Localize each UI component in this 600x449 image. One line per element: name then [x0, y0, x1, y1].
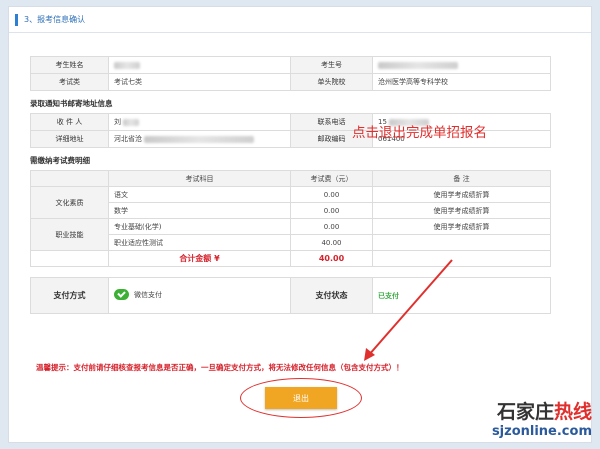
table-row: 职业技能 专业基础(化学) 0.00 使用学考成绩折算 [30, 218, 551, 251]
fee-group-skill: 职业技能 [30, 218, 109, 251]
payment-status-value: 已支付 [372, 277, 551, 314]
name-value-redacted [108, 56, 291, 74]
total-value: 40.00 [290, 250, 373, 267]
payment-table: 支付方式 微信支付 支付状态 已支付 [30, 277, 551, 314]
school-value: 沧州医学高等专科学校 [372, 73, 551, 91]
fee-group-culture: 文化素质 [30, 186, 109, 219]
school-label: 单头院校 [290, 73, 373, 91]
table-header-row: 考试科目 考试费（元） 备 注 [30, 170, 551, 187]
table-row: 文化素质 语文 0.00 使用学考成绩折算 [30, 186, 551, 219]
exit-button[interactable]: 退出 [265, 387, 337, 409]
fee-note: 使用学考成绩折算 [372, 202, 551, 219]
total-label: 合计金额 ¥ [108, 250, 291, 267]
total-row: 合计金额 ¥ 40.00 [30, 250, 551, 267]
fee-note: 使用学考成绩折算 [372, 186, 551, 203]
fee-section-title: 需缴纳考试费明细 [30, 156, 90, 165]
payment-status-label: 支付状态 [290, 277, 373, 314]
exit-highlight-circle: 退出 [240, 378, 362, 418]
fee-header-note: 备 注 [372, 170, 551, 187]
page-title: 3、报考信息确认 [24, 15, 86, 24]
table-row: 职业适应性测试 40.00 [31, 234, 551, 251]
table-row: 考生姓名 考生号 [30, 56, 551, 74]
fee-header-blank [30, 170, 109, 187]
exam-number-value-redacted [372, 56, 551, 74]
fee-amount: 0.00 [290, 202, 373, 219]
watermark: 石家庄热线 sjzonline.com [492, 397, 592, 439]
total-blank-right [372, 250, 551, 267]
address-value: 河北省沧 [108, 130, 291, 148]
header-accent-bar [15, 13, 18, 26]
annotation-text: 点击退出完成单招报名 [352, 125, 487, 141]
watermark-brand: 石家庄热线 [496, 401, 592, 423]
fee-subject: 专业基础(化学) [108, 218, 291, 235]
fee-amount: 40.00 [290, 234, 373, 251]
fee-note [372, 234, 551, 251]
address-label: 详细地址 [30, 130, 109, 148]
fee-subject: 数学 [108, 202, 291, 219]
receiver-label: 收 件 人 [30, 113, 109, 131]
fee-amount: 0.00 [290, 186, 373, 203]
exam-info-table: 考生姓名 考生号 考试类 考试七类 单头院校 沧州医学高等专科学校 [30, 56, 551, 91]
category-label: 考试类 [30, 73, 109, 91]
fee-amount: 0.00 [290, 218, 373, 235]
table-row: 数学 0.00 使用学考成绩折算 [31, 202, 551, 219]
fee-header-subject: 考试科目 [108, 170, 291, 187]
fee-subject: 职业适应性测试 [108, 234, 291, 251]
table-row: 考试类 考试七类 单头院校 沧州医学高等专科学校 [30, 73, 551, 91]
wechat-pay-icon [114, 289, 129, 300]
panel-header: 3、报考信息确认 [9, 7, 591, 33]
exam-number-label: 考生号 [290, 56, 373, 74]
table-row: 支付方式 微信支付 支付状态 已支付 [30, 277, 551, 314]
receiver-value: 刘 [108, 113, 291, 131]
confirmation-form: 考生姓名 考生号 考试类 考试七类 单头院校 沧州医学高等专科学校 录取通知书邮… [30, 56, 551, 314]
category-value: 考试七类 [108, 73, 291, 91]
payment-method-value: 微信支付 [108, 277, 291, 314]
name-label: 考生姓名 [30, 56, 109, 74]
warning-notice: 温馨提示：支付前请仔细核查报考信息是否正确，一旦确定支付方式，将无法修改任何信息… [36, 363, 404, 372]
total-blank [30, 250, 109, 267]
fee-header-amount: 考试费（元） [290, 170, 373, 187]
mail-section-title: 录取通知书邮寄地址信息 [30, 99, 113, 108]
fee-subject: 语文 [108, 186, 291, 203]
payment-method-label: 支付方式 [30, 277, 109, 314]
payment-method-text: 微信支付 [134, 290, 162, 299]
fee-note: 使用学考成绩折算 [372, 218, 551, 235]
watermark-url: sjzonline.com [491, 424, 592, 439]
fee-table: 考试科目 考试费（元） 备 注 文化素质 语文 0.00 使用学考成绩折算 数学… [30, 170, 551, 267]
